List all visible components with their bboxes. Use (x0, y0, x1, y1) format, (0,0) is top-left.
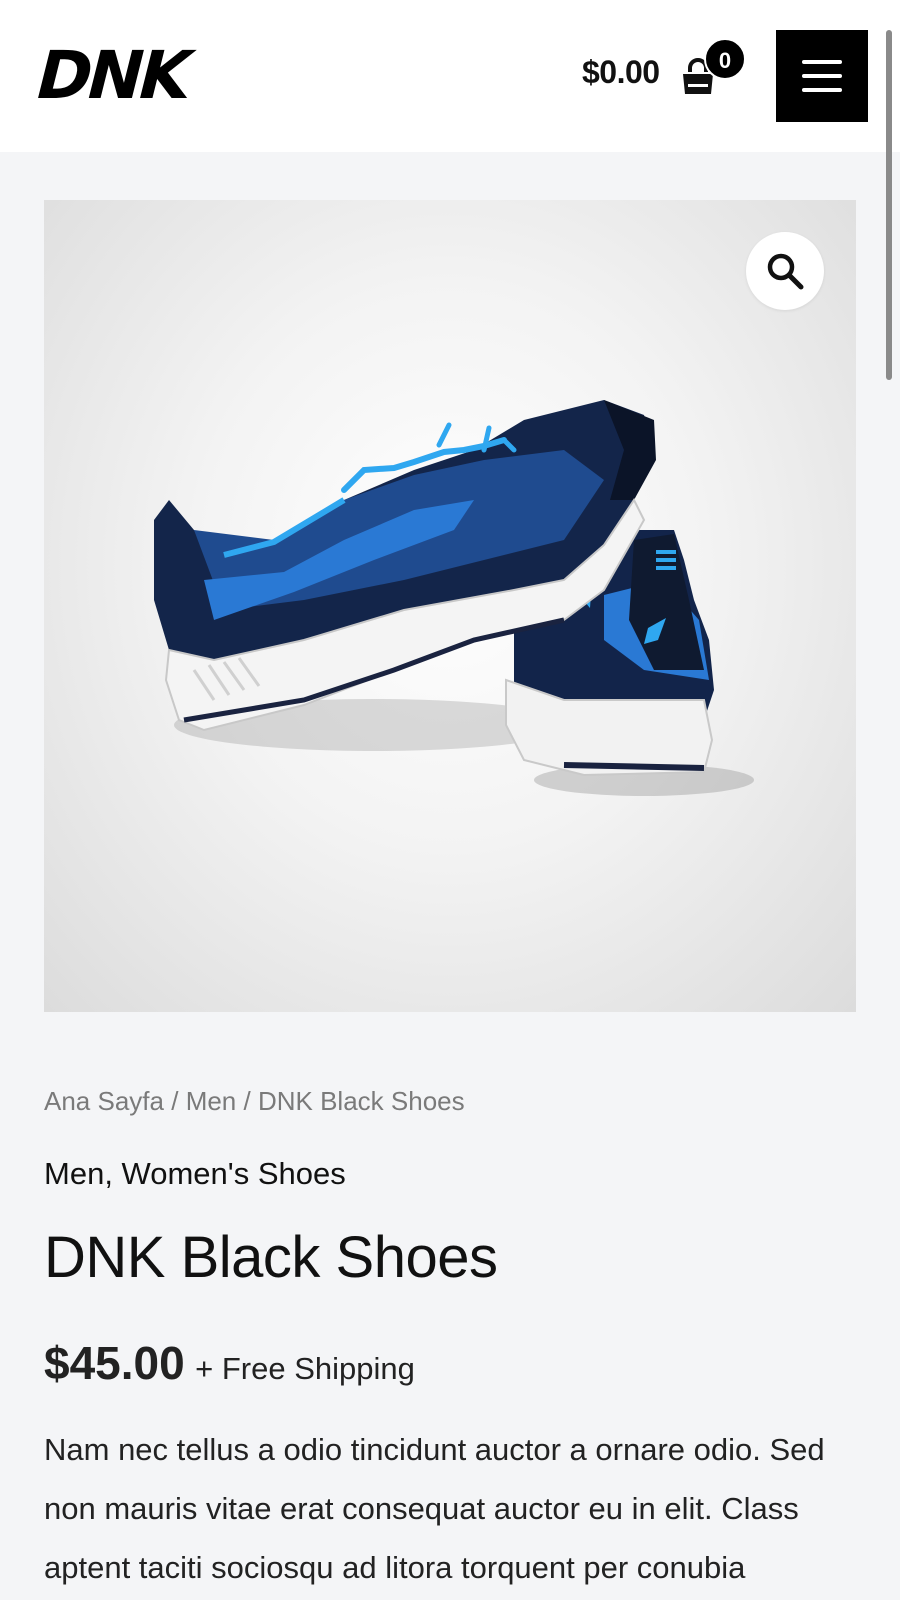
product-title: DNK Black Shoes (44, 1225, 498, 1290)
breadcrumb-current: DNK Black Shoes (257, 1086, 465, 1116)
price-row: $45.00 + Free Shipping (44, 1336, 415, 1390)
product-description: Nam nec tellus a odio tincidunt auctor a… (44, 1432, 825, 1585)
page-scrollbar[interactable] (886, 30, 892, 380)
site-logo[interactable]: DNK (28, 34, 208, 114)
running-shoes-image (154, 400, 754, 796)
product-image[interactable] (44, 200, 856, 1012)
zoom-button[interactable] (746, 232, 824, 310)
category-link-womens-shoes[interactable]: Women's Shoes (122, 1156, 346, 1191)
breadcrumb-separator: / (171, 1086, 179, 1116)
cart-total[interactable]: $0.00 (582, 54, 660, 91)
product-price: $45.00 (44, 1337, 185, 1389)
shipping-note: + Free Shipping (195, 1351, 415, 1386)
dnk-logo-icon: DNK (28, 37, 202, 114)
breadcrumb: Ana Sayfa / Men / DNK Black Shoes (44, 1086, 465, 1117)
breadcrumb-men-link[interactable]: Men (186, 1086, 237, 1116)
product-categories: Men, Women's Shoes (44, 1156, 346, 1192)
site-header: DNK $0.00 0 (0, 0, 900, 152)
magnifier-icon (767, 253, 804, 290)
category-separator: , (104, 1156, 122, 1191)
category-link-men[interactable]: Men (44, 1156, 104, 1191)
menu-button[interactable] (776, 30, 868, 122)
cart-count-badge: 0 (704, 38, 746, 80)
breadcrumb-separator: / (243, 1086, 251, 1116)
breadcrumb-home-link[interactable]: Ana Sayfa (44, 1086, 164, 1116)
